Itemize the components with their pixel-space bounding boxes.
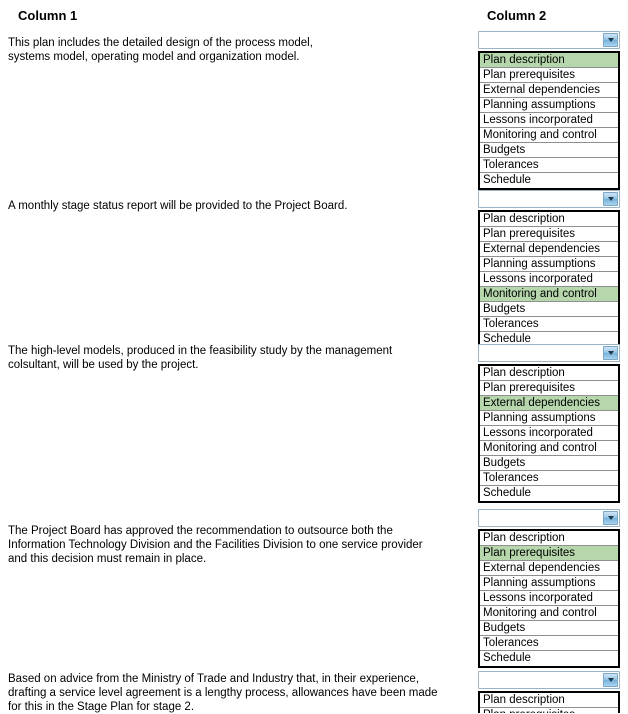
dropdown-combo-4[interactable] [478, 509, 620, 527]
prompt-text-5: Based on advice from the Ministry of Tra… [8, 672, 476, 714]
prompt-line: A monthly stage status report will be pr… [8, 200, 348, 212]
dropdown-option[interactable]: Planning assumptions [480, 257, 618, 272]
dropdown-option[interactable]: Planning assumptions [480, 576, 618, 591]
answer-group-2: Plan description Plan prerequisites Exte… [478, 190, 620, 349]
prompt-text-3: The high-level models, produced in the f… [8, 344, 476, 372]
dropdown-option[interactable]: Plan prerequisites [480, 546, 618, 561]
prompt-line: The high-level models, produced in the f… [8, 345, 393, 357]
dropdown-option[interactable]: Tolerances [480, 158, 618, 173]
dropdown-option[interactable]: Plan description [480, 366, 618, 381]
chevron-down-icon[interactable] [603, 511, 618, 525]
chevron-down-icon[interactable] [603, 346, 618, 360]
prompt-line: for this in the Stage Plan for stage 2. [8, 701, 195, 713]
dropdown-option-list-2[interactable]: Plan description Plan prerequisites Exte… [478, 210, 620, 349]
chevron-down-icon[interactable] [603, 33, 618, 47]
dropdown-option-list-1[interactable]: Plan description Plan prerequisites Exte… [478, 51, 620, 190]
chevron-down-icon[interactable] [603, 673, 618, 687]
answer-group-3: Plan description Plan prerequisites Exte… [478, 344, 620, 503]
dropdown-option[interactable]: Monitoring and control [480, 128, 618, 143]
dropdown-option[interactable]: Plan description [480, 693, 618, 708]
dropdown-option-list-3[interactable]: Plan description Plan prerequisites Exte… [478, 364, 620, 503]
chevron-down-icon[interactable] [603, 192, 618, 206]
dropdown-option[interactable]: External dependencies [480, 396, 618, 411]
dropdown-option[interactable]: Budgets [480, 143, 618, 158]
dropdown-option[interactable]: External dependencies [480, 561, 618, 576]
prompt-line: and this decision must remain in place. [8, 553, 207, 565]
answer-group-5: Plan description Plan prerequisites Exte… [478, 671, 620, 713]
dropdown-option[interactable]: Plan description [480, 212, 618, 227]
answer-group-4: Plan description Plan prerequisites Exte… [478, 509, 620, 668]
dropdown-option[interactable]: Tolerances [480, 636, 618, 651]
prompt-line: The Project Board has approved the recom… [8, 525, 393, 537]
column-2-heading: Column 2 [487, 8, 547, 23]
dropdown-combo-3[interactable] [478, 344, 620, 362]
dropdown-option[interactable]: External dependencies [480, 83, 618, 98]
prompt-line: Based on advice from the Ministry of Tra… [8, 673, 420, 685]
dropdown-option[interactable]: Tolerances [480, 471, 618, 486]
dropdown-option[interactable]: External dependencies [480, 242, 618, 257]
column-1-heading: Column 1 [18, 8, 78, 23]
dropdown-option[interactable]: Plan prerequisites [480, 381, 618, 396]
prompt-line: systems model, operating model and organ… [8, 51, 300, 63]
dropdown-option[interactable]: Budgets [480, 621, 618, 636]
dropdown-option[interactable]: Schedule [480, 486, 618, 501]
prompt-line: Information Technology Division and the … [8, 539, 423, 551]
prompt-text-4: The Project Board has approved the recom… [8, 524, 476, 566]
dropdown-option-list-4[interactable]: Plan description Plan prerequisites Exte… [478, 529, 620, 668]
dropdown-option[interactable]: Planning assumptions [480, 411, 618, 426]
dropdown-option-list-5[interactable]: Plan description Plan prerequisites Exte… [478, 691, 620, 713]
prompt-text-2: A monthly stage status report will be pr… [8, 199, 476, 213]
dropdown-option[interactable]: Lessons incorporated [480, 591, 618, 606]
dropdown-option[interactable]: Planning assumptions [480, 98, 618, 113]
dropdown-option[interactable]: Plan prerequisites [480, 708, 618, 713]
prompt-line: This plan includes the detailed design o… [8, 37, 313, 49]
dropdown-option[interactable]: Plan description [480, 53, 618, 68]
dropdown-option[interactable]: Lessons incorporated [480, 426, 618, 441]
dropdown-option[interactable]: Monitoring and control [480, 287, 618, 302]
dropdown-option[interactable]: Schedule [480, 651, 618, 666]
prompt-line: drafting a service level agreement is a … [8, 687, 438, 699]
dropdown-option[interactable]: Plan prerequisites [480, 68, 618, 83]
dropdown-combo-1[interactable] [478, 31, 620, 49]
dropdown-option[interactable]: Schedule [480, 173, 618, 188]
dropdown-option[interactable]: Monitoring and control [480, 441, 618, 456]
dropdown-option[interactable]: Budgets [480, 302, 618, 317]
dropdown-combo-2[interactable] [478, 190, 620, 208]
dropdown-option[interactable]: Monitoring and control [480, 606, 618, 621]
dropdown-option[interactable]: Lessons incorporated [480, 113, 618, 128]
dropdown-option[interactable]: Plan description [480, 531, 618, 546]
prompt-text-1: This plan includes the detailed design o… [8, 36, 476, 64]
dropdown-combo-5[interactable] [478, 671, 620, 689]
dropdown-option[interactable]: Budgets [480, 456, 618, 471]
prompt-line: colsultant, will be used by the project. [8, 359, 199, 371]
dropdown-option[interactable]: Tolerances [480, 317, 618, 332]
answer-group-1: Plan description Plan prerequisites Exte… [478, 31, 620, 190]
dropdown-option[interactable]: Plan prerequisites [480, 227, 618, 242]
dropdown-option[interactable]: Lessons incorporated [480, 272, 618, 287]
